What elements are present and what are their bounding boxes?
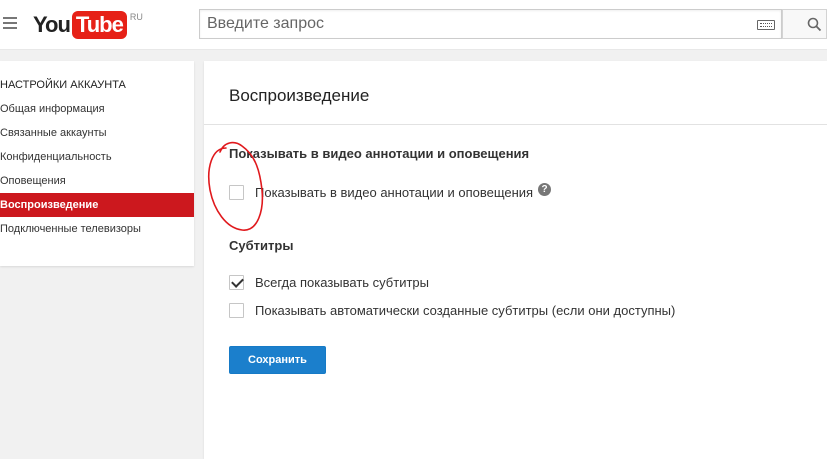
hamburger-menu-icon[interactable] bbox=[3, 17, 17, 29]
playback-settings-panel: Воспроизведение Показывать в видео аннот… bbox=[204, 61, 827, 459]
search-icon bbox=[807, 17, 822, 32]
sidebar-item-playback[interactable]: Воспроизведение bbox=[0, 193, 194, 217]
save-button[interactable]: Сохранить bbox=[229, 346, 326, 374]
sidebar-item-connected-tvs[interactable]: Подключенные телевизоры bbox=[0, 217, 194, 241]
sidebar-item-notifications[interactable]: Оповещения bbox=[0, 169, 194, 193]
keyboard-icon[interactable] bbox=[757, 20, 775, 30]
annotations-checkbox[interactable] bbox=[229, 184, 244, 200]
annotations-option-label: Показывать в видео аннотации и оповещени… bbox=[255, 184, 534, 200]
panel-header: Воспроизведение bbox=[204, 61, 827, 125]
settings-sidebar: НАСТРОЙКИ АККАУНТА Общая информация Связ… bbox=[0, 61, 194, 266]
sidebar-heading: НАСТРОЙКИ АККАУНТА bbox=[0, 79, 126, 91]
logo-region-code: RU bbox=[129, 12, 143, 22]
always-show-subtitles-label: Всегда показывать субтитры bbox=[255, 274, 429, 290]
sidebar-nav: Общая информация Связанные аккаунты Конф… bbox=[0, 97, 194, 241]
subtitles-section-title: Субтитры bbox=[229, 238, 294, 253]
auto-subtitles-option[interactable]: Показывать автоматически созданные субти… bbox=[229, 301, 675, 319]
search-input[interactable] bbox=[200, 10, 740, 38]
sidebar-item-overview[interactable]: Общая информация bbox=[0, 97, 194, 121]
auto-subtitles-checkbox[interactable] bbox=[229, 302, 244, 318]
logo-tube-text: Tube bbox=[71, 11, 127, 39]
search-box bbox=[199, 9, 782, 39]
youtube-logo[interactable]: You Tube RU bbox=[33, 11, 143, 39]
auto-subtitles-label: Показывать автоматически созданные субти… bbox=[255, 302, 676, 318]
logo-you-text: You bbox=[33, 12, 71, 37]
sidebar-item-connected-accounts[interactable]: Связанные аккаунты bbox=[0, 121, 194, 145]
always-show-subtitles-checkbox[interactable] bbox=[229, 274, 244, 290]
help-icon[interactable]: ? bbox=[538, 182, 552, 196]
always-show-subtitles-option[interactable]: Всегда показывать субтитры bbox=[229, 273, 429, 291]
annotations-section-title: Показывать в видео аннотации и оповещени… bbox=[229, 146, 530, 161]
search-button[interactable] bbox=[782, 9, 827, 39]
sidebar-item-privacy[interactable]: Конфиденциальность bbox=[0, 145, 194, 169]
annotations-option[interactable]: Показывать в видео аннотации и оповещени… bbox=[229, 182, 552, 201]
page-title: Воспроизведение bbox=[229, 86, 370, 105]
masthead: You Tube RU bbox=[0, 0, 827, 50]
